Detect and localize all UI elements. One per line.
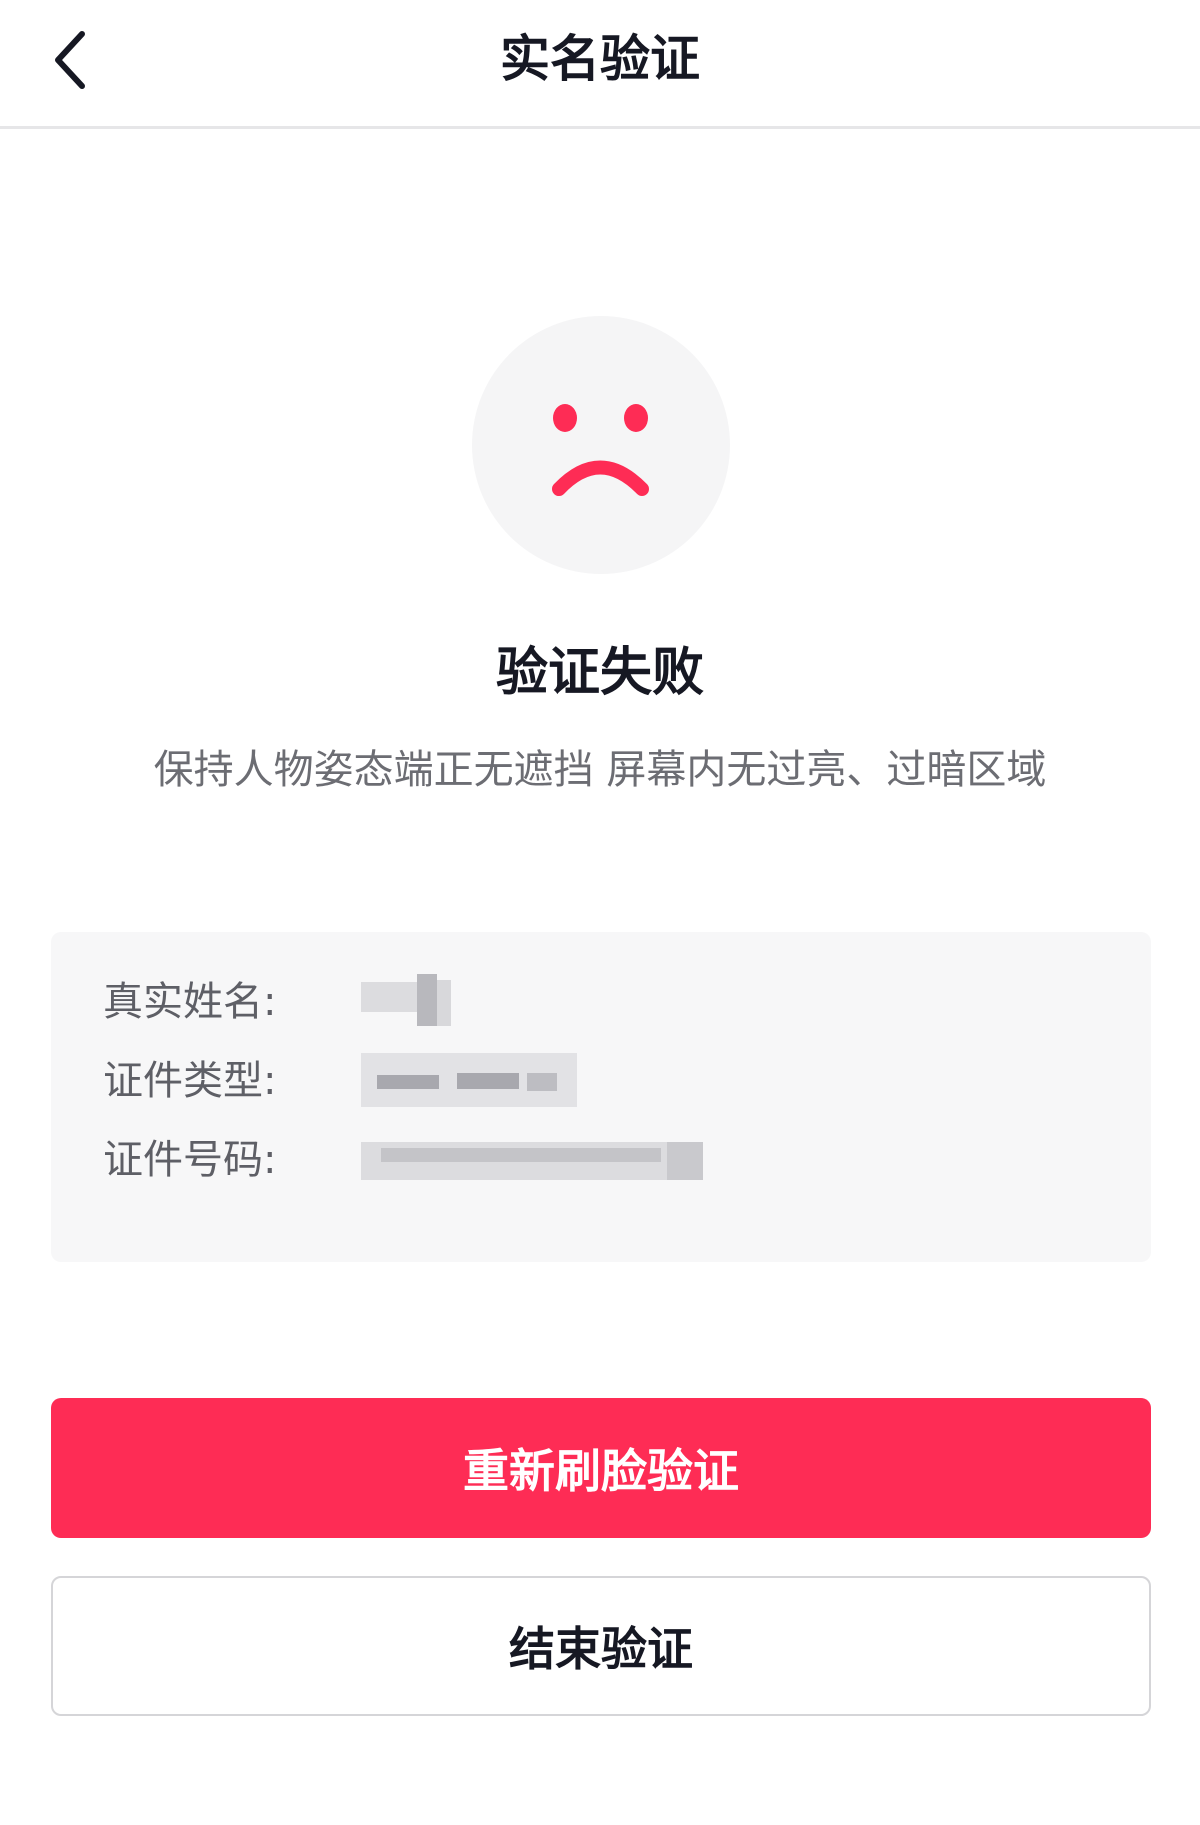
info-row-id-type: 证件类型:: [103, 1051, 577, 1111]
id-number-value-masked: [361, 1132, 703, 1188]
page-title: 实名验证: [500, 30, 700, 88]
end-verification-button[interactable]: 结束验证: [51, 1576, 1151, 1716]
info-row-name: 真实姓名:: [103, 972, 451, 1032]
top-navigation-bar: 实名验证: [0, 0, 1200, 129]
identity-info-card: 真实姓名: 证件类型: 证件号码:: [51, 932, 1151, 1262]
real-name-value-masked: [361, 974, 451, 1030]
id-type-value-masked: [361, 1053, 577, 1109]
real-name-label: 真实姓名:: [103, 979, 277, 1025]
status-icon-circle: [472, 316, 730, 574]
id-number-label: 证件号码:: [103, 1137, 277, 1183]
sad-face-icon: [552, 404, 649, 496]
info-row-id-number: 证件号码:: [103, 1130, 703, 1190]
verification-tip-text: 保持人物姿态端正无遮挡 屏幕内无过亮、过暗区域: [153, 747, 1047, 793]
id-type-label: 证件类型:: [103, 1058, 277, 1104]
verification-status-title: 验证失败: [495, 643, 704, 703]
retry-face-verification-button[interactable]: 重新刷脸验证: [51, 1398, 1151, 1538]
